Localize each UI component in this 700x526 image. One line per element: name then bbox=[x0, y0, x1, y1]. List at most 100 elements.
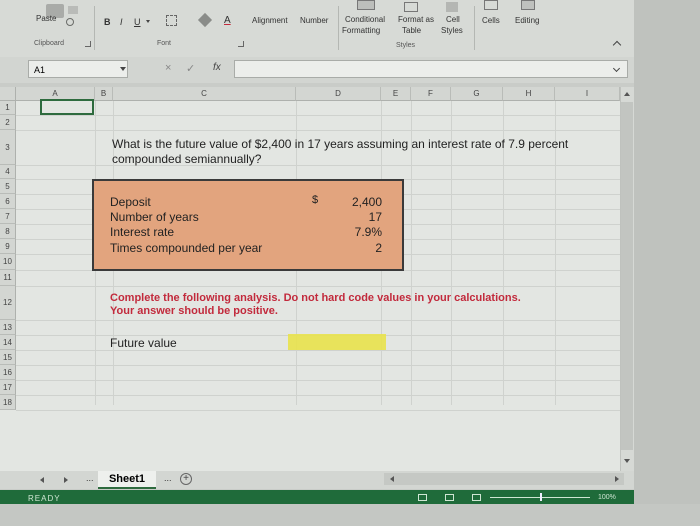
format-as-table-button[interactable]: Format as bbox=[398, 15, 434, 24]
collapse-ribbon-icon[interactable] bbox=[612, 40, 622, 50]
row-header-13[interactable]: 13 bbox=[0, 320, 16, 335]
zoom-level[interactable]: 100% bbox=[598, 494, 616, 501]
cell-styles-icon[interactable] bbox=[446, 2, 458, 12]
status-text: READY bbox=[28, 494, 61, 503]
borders-icon[interactable] bbox=[166, 15, 177, 26]
font-group-label: Font bbox=[157, 40, 172, 47]
future-value-answer-cell[interactable] bbox=[288, 334, 386, 350]
future-value-label[interactable]: Future value bbox=[110, 336, 177, 350]
row-header-16[interactable]: 16 bbox=[0, 365, 16, 380]
selected-cell-a2[interactable] bbox=[40, 99, 94, 115]
clipboard-group-label: Clipboard bbox=[34, 40, 64, 47]
paste-button[interactable]: Paste bbox=[36, 14, 56, 23]
deposit-value[interactable]: 2,400 bbox=[352, 195, 382, 209]
row-header-17[interactable]: 17 bbox=[0, 380, 16, 395]
conditional-formatting-label-2[interactable]: Formatting bbox=[342, 26, 380, 35]
prev-sheet-icon[interactable] bbox=[40, 477, 44, 483]
row-header-11[interactable]: 11 bbox=[0, 270, 16, 286]
vertical-scroll-thumb[interactable] bbox=[621, 102, 633, 450]
cell-styles-label-2[interactable]: Styles bbox=[441, 26, 463, 35]
column-header-e[interactable]: E bbox=[381, 87, 411, 101]
interest-rate-label[interactable]: Interest rate bbox=[110, 225, 174, 239]
sheet-list-more[interactable]: ... bbox=[86, 473, 94, 483]
row-header-12[interactable]: 12 bbox=[0, 286, 16, 320]
scroll-right-icon[interactable] bbox=[615, 476, 619, 482]
years-label[interactable]: Number of years bbox=[110, 210, 199, 224]
row-header-5[interactable]: 5 bbox=[0, 179, 16, 194]
row-header-8[interactable]: 8 bbox=[0, 224, 16, 239]
page-break-view-icon[interactable] bbox=[472, 494, 481, 501]
font-launcher-icon[interactable] bbox=[238, 41, 244, 47]
enter-button[interactable]: ✓ bbox=[186, 62, 195, 75]
normal-view-icon[interactable] bbox=[418, 494, 427, 501]
ribbon: Paste Clipboard B I U A Alignment Number… bbox=[0, 0, 700, 58]
conditional-formatting-button[interactable]: Conditional bbox=[345, 15, 385, 24]
number-button[interactable]: Number bbox=[300, 16, 328, 25]
row-header-18[interactable]: 18 bbox=[0, 395, 16, 410]
editing-icon[interactable] bbox=[521, 0, 535, 10]
conditional-formatting-icon[interactable] bbox=[357, 0, 375, 10]
clipboard-launcher-icon[interactable] bbox=[85, 41, 91, 47]
font-color-button[interactable]: A bbox=[224, 15, 231, 26]
sheet-tab-sheet1[interactable]: Sheet1 bbox=[98, 471, 156, 489]
insert-function-button[interactable]: fx bbox=[213, 62, 221, 73]
select-all-corner[interactable] bbox=[0, 87, 16, 101]
fill-color-icon[interactable] bbox=[197, 12, 213, 28]
cell-styles-button[interactable]: Cell bbox=[446, 15, 460, 24]
column-header-f[interactable]: F bbox=[411, 87, 451, 101]
compounding-value[interactable]: 2 bbox=[375, 241, 382, 255]
question-text[interactable]: What is the future value of $2,400 in 17… bbox=[112, 137, 592, 167]
cancel-button[interactable]: × bbox=[165, 62, 171, 74]
scroll-left-icon[interactable] bbox=[390, 476, 394, 482]
row-header-4[interactable]: 4 bbox=[0, 165, 16, 179]
column-header-h[interactable]: H bbox=[503, 87, 555, 101]
screen-edge-bottom bbox=[0, 504, 700, 526]
row-header-1[interactable]: 1 bbox=[0, 101, 16, 115]
screen-edge-right bbox=[634, 0, 700, 526]
column-header-g[interactable]: G bbox=[451, 87, 503, 101]
column-header-b[interactable]: B bbox=[95, 87, 113, 101]
column-header-c[interactable]: C bbox=[113, 87, 296, 101]
format-as-table-label-2[interactable]: Table bbox=[402, 26, 421, 35]
underline-button[interactable]: U bbox=[134, 17, 141, 27]
scroll-down-icon[interactable] bbox=[624, 459, 630, 463]
column-header-d[interactable]: D bbox=[296, 87, 381, 101]
row-header-6[interactable]: 6 bbox=[0, 194, 16, 209]
row-header-3[interactable]: 3 bbox=[0, 130, 16, 165]
zoom-slider-thumb[interactable] bbox=[540, 493, 542, 501]
compounding-label[interactable]: Times compounded per year bbox=[110, 241, 262, 255]
instruction-line-1[interactable]: Complete the following analysis. Do not … bbox=[110, 292, 521, 304]
instruction-line-2[interactable]: Your answer should be positive. bbox=[110, 305, 278, 317]
italic-button[interactable]: I bbox=[120, 17, 123, 27]
page-layout-view-icon[interactable] bbox=[445, 494, 454, 501]
sheet-tabs-more[interactable]: ... bbox=[164, 473, 172, 483]
name-box[interactable]: A1 bbox=[28, 60, 128, 78]
alignment-button[interactable]: Alignment bbox=[252, 16, 288, 25]
bold-button[interactable]: B bbox=[104, 17, 111, 27]
cut-icon[interactable] bbox=[66, 18, 74, 26]
cells-button[interactable]: Cells bbox=[482, 16, 500, 25]
row-header-2[interactable]: 2 bbox=[0, 115, 16, 130]
new-sheet-button[interactable]: + bbox=[180, 473, 192, 485]
styles-group-label: Styles bbox=[396, 42, 416, 49]
row-header-14[interactable]: 14 bbox=[0, 335, 16, 350]
format-painter-icon[interactable] bbox=[68, 6, 78, 14]
scroll-up-icon[interactable] bbox=[624, 92, 630, 96]
underline-dropdown-icon[interactable] bbox=[146, 20, 150, 23]
horizontal-scrollbar[interactable] bbox=[384, 473, 624, 485]
row-header-10[interactable]: 10 bbox=[0, 254, 16, 270]
interest-rate-value[interactable]: 7.9% bbox=[355, 225, 382, 239]
formula-input[interactable] bbox=[234, 60, 628, 78]
row-header-9[interactable]: 9 bbox=[0, 239, 16, 254]
plus-icon: + bbox=[183, 473, 189, 484]
editing-button[interactable]: Editing bbox=[515, 16, 539, 25]
row-header-15[interactable]: 15 bbox=[0, 350, 16, 365]
column-header-i[interactable]: I bbox=[555, 87, 620, 101]
format-as-table-icon[interactable] bbox=[404, 2, 418, 12]
cells-icon[interactable] bbox=[484, 0, 498, 10]
years-value[interactable]: 17 bbox=[369, 210, 382, 224]
name-box-dropdown-icon[interactable] bbox=[120, 67, 126, 71]
next-sheet-icon[interactable] bbox=[64, 477, 68, 483]
row-header-7[interactable]: 7 bbox=[0, 209, 16, 224]
deposit-label[interactable]: Deposit bbox=[110, 195, 151, 209]
